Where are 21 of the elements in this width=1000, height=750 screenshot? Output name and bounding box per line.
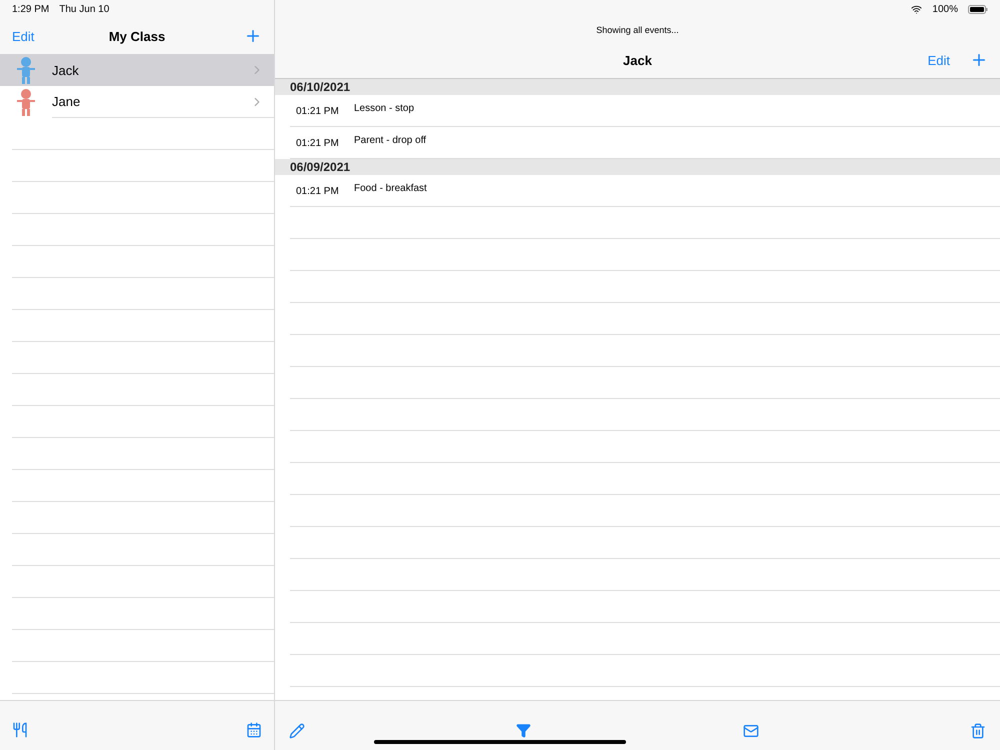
wifi-icon [911,4,922,14]
battery-percent: 100% [932,4,958,14]
filter-note: Showing all events... [596,25,679,35]
event-text: Parent - drop off [354,135,426,146]
section-date: 06/09/2021 [290,160,350,174]
detail-title: Jack [623,52,652,68]
student-name: Jane [52,94,80,109]
section-date: 06/10/2021 [290,80,350,94]
add-icon[interactable] [244,27,262,45]
event-time: 01:21 PM [295,106,340,117]
add-icon[interactable] [970,51,988,69]
status-date: Thu Jun 10 [59,4,110,14]
battery-icon [968,4,988,14]
event-time: 01:21 PM [295,186,340,197]
student-name: Jack [52,62,79,78]
event-text: Lesson - stop [354,103,414,114]
status-time: 1:29 PM [12,4,50,14]
sidebar-title: My Class [108,28,166,44]
student-row[interactable]: Jack [0,54,274,86]
event-time: 01:21 PM [295,138,340,149]
event-text: Food - breakfast [354,183,427,194]
